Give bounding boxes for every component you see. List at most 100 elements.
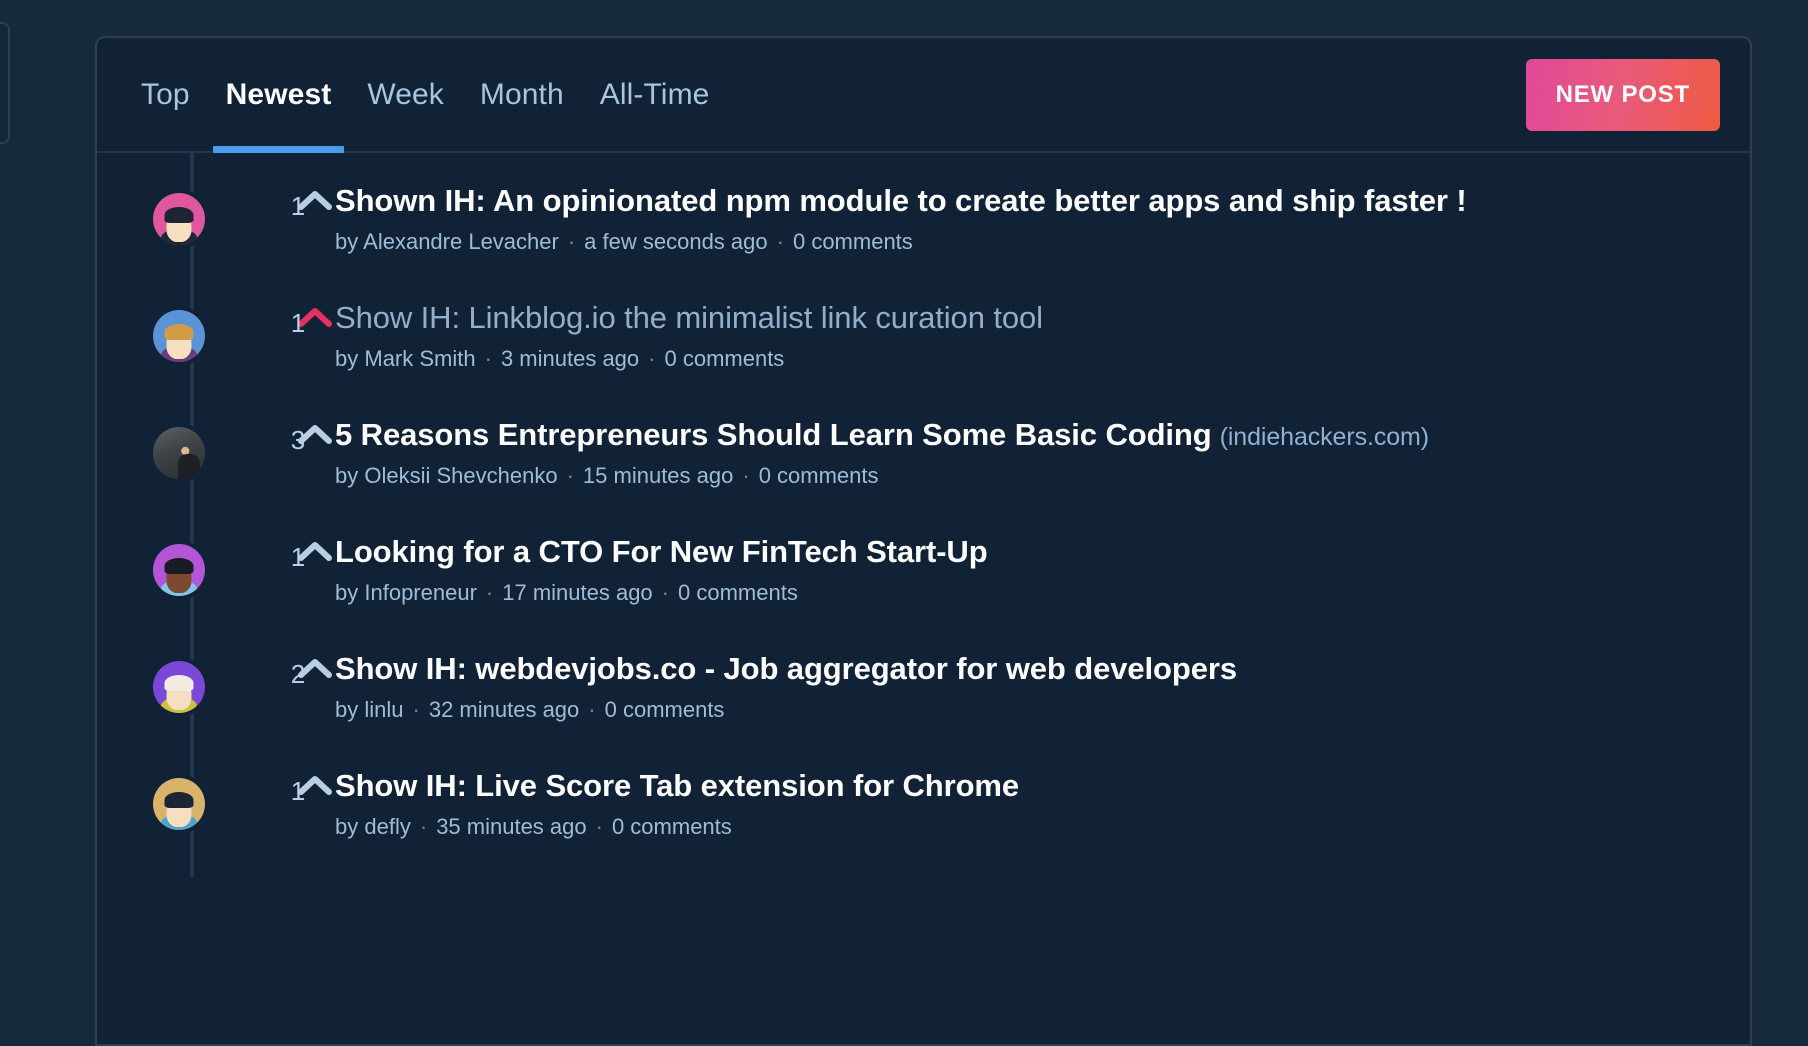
post-timestamp: 32 minutes ago — [428, 696, 580, 722]
upvote-control[interactable]: 1 — [261, 526, 335, 570]
meta-separator: · — [419, 813, 428, 839]
post-author-link[interactable]: Alexandre Levacher — [363, 229, 559, 254]
post-title-text: 5 Reasons Entrepreneurs Should Learn Som… — [335, 417, 1212, 452]
post-author-link[interactable]: Infopreneur — [364, 580, 477, 605]
avatar-container — [97, 175, 261, 245]
avatar-mark-smith[interactable] — [153, 310, 205, 362]
post-content: 5 Reasons Entrepreneurs Should Learn Som… — [335, 409, 1750, 489]
by-label: by — [335, 228, 359, 254]
meta-separator: · — [588, 696, 596, 722]
post-timestamp: a few seconds ago — [584, 228, 768, 254]
post-timestamp: 3 minutes ago — [500, 345, 640, 371]
post-meta: by Mark Smith · 3 minutes ago · 0 comments — [335, 346, 1750, 372]
meta-separator: · — [566, 462, 574, 488]
post-timestamp: 17 minutes ago — [502, 579, 653, 605]
post-meta: by Infopreneur · 17 minutes ago · 0 comments — [335, 580, 1750, 606]
meta-separator: · — [484, 345, 492, 371]
post-title-link[interactable]: Shown IH: An opinionated npm module to c… — [335, 183, 1750, 220]
upvote-control[interactable]: 1 — [261, 760, 335, 804]
tab-newest[interactable]: Newest — [208, 38, 350, 153]
post-timestamp: 15 minutes ago — [582, 462, 734, 488]
post-content: Shown IH: An opinionated npm module to c… — [335, 175, 1750, 255]
meta-separator: · — [776, 228, 784, 254]
post-content: Looking for a CTO For New FinTech Start-… — [335, 526, 1750, 606]
tab-top[interactable]: Top — [123, 38, 208, 151]
by-label: by — [335, 579, 359, 605]
post-row: 2 Show IH: webdevjobs.co - Job aggregator… — [97, 643, 1750, 760]
by-label: by — [335, 462, 359, 488]
feed-tabs: Top Newest Week Month All-Time — [123, 38, 728, 153]
meta-separator: · — [742, 462, 750, 488]
post-feed: 1 Shown IH: An opinionated npm module to … — [97, 153, 1750, 877]
tab-month[interactable]: Month — [462, 38, 582, 151]
post-meta: by defly · 35 minutes ago · 0 comments — [335, 814, 1750, 840]
post-title-text: Looking for a CTO For New FinTech Start-… — [335, 534, 988, 569]
post-author-link[interactable]: defly — [364, 814, 410, 839]
post-list: 1 Shown IH: An opinionated npm module to … — [97, 175, 1750, 877]
post-content: Show IH: Live Score Tab extension for Ch… — [335, 760, 1750, 840]
meta-separator: · — [485, 579, 494, 605]
post-title-text: Show IH: Live Score Tab extension for Ch… — [335, 768, 1020, 803]
avatar-hair-shape — [164, 323, 194, 340]
tab-week[interactable]: Week — [349, 38, 462, 151]
meta-separator: · — [595, 813, 603, 839]
post-row: 1 Shown IH: An opinionated npm module to … — [97, 175, 1750, 292]
upvote-control[interactable]: 3 — [261, 409, 335, 453]
avatar-container — [97, 292, 261, 362]
post-meta: by linlu · 32 minutes ago · 0 comments — [335, 697, 1750, 723]
avatar-container — [97, 760, 261, 830]
avatar-photo — [153, 427, 205, 479]
post-title-link[interactable]: Looking for a CTO For New FinTech Start-… — [335, 534, 1750, 571]
post-title-link[interactable]: Show IH: Linkblog.io the minimalist link… — [335, 300, 1750, 337]
feed-tab-bar: Top Newest Week Month All-Time NEW POST — [97, 38, 1750, 153]
avatar-container — [97, 409, 261, 479]
post-comments-link[interactable]: 0 comments — [793, 229, 913, 254]
by-label: by — [335, 345, 359, 371]
avatar-alexandre-levacher[interactable] — [153, 193, 205, 245]
post-author-link[interactable]: Mark Smith — [364, 346, 475, 371]
upvote-control[interactable]: 1 — [261, 292, 335, 336]
post-row: 1 Show IH: Linkblog.io the minimalist lin… — [97, 292, 1750, 409]
post-meta: by Oleksii Shevchenko · 15 minutes ago · 0 c… — [335, 463, 1750, 489]
post-row: 1 Show IH: Live Score Tab extension for C… — [97, 760, 1750, 877]
avatar-hair-shape — [164, 557, 194, 574]
post-timestamp: 35 minutes ago — [436, 813, 587, 839]
post-comments-link[interactable]: 0 comments — [678, 580, 798, 605]
post-title-link[interactable]: 5 Reasons Entrepreneurs Should Learn Som… — [335, 417, 1750, 454]
meta-separator: · — [648, 345, 656, 371]
avatar-hair-shape — [164, 791, 194, 808]
post-comments-link[interactable]: 0 comments — [605, 697, 725, 722]
by-label: by — [335, 813, 359, 839]
avatar-container — [97, 526, 261, 596]
meta-separator: · — [412, 696, 420, 722]
post-row: 35 Reasons Entrepreneurs Should Learn So… — [97, 409, 1750, 526]
avatar-oleksii-shevchenko[interactable] — [153, 427, 205, 479]
post-comments-link[interactable]: 0 comments — [759, 463, 879, 488]
forum-feed-card: Top Newest Week Month All-Time NEW POST 1 Sho… — [95, 36, 1752, 1046]
post-comments-link[interactable]: 0 comments — [612, 814, 732, 839]
new-post-button[interactable]: NEW POST — [1525, 58, 1720, 131]
post-comments-link[interactable]: 0 comments — [664, 346, 784, 371]
post-content: Show IH: webdevjobs.co - Job aggregator … — [335, 643, 1750, 723]
avatar-hair-shape — [164, 206, 194, 223]
left-edge-panel-sliver — [0, 22, 10, 144]
post-title-link[interactable]: Show IH: webdevjobs.co - Job aggregator … — [335, 651, 1750, 688]
avatar-container — [97, 643, 261, 713]
post-row: 1 Looking for a CTO For New FinTech Start… — [97, 526, 1750, 643]
avatar-defly[interactable] — [153, 778, 205, 830]
meta-separator: · — [567, 228, 576, 254]
post-source-domain: (indiehackers.com) — [1219, 423, 1429, 451]
tab-all-time[interactable]: All-Time — [582, 38, 728, 151]
avatar-hair-shape — [164, 674, 194, 691]
upvote-control[interactable]: 2 — [261, 643, 335, 687]
avatar-linlu[interactable] — [153, 661, 205, 713]
upvote-control[interactable]: 1 — [261, 175, 335, 219]
post-author-link[interactable]: linlu — [364, 697, 403, 722]
avatar-infopreneur[interactable] — [153, 544, 205, 596]
meta-separator: · — [661, 579, 669, 605]
post-author-link[interactable]: Oleksii Shevchenko — [364, 463, 557, 488]
post-meta: by Alexandre Levacher · a few seconds ago ·… — [335, 229, 1750, 255]
post-title-link[interactable]: Show IH: Live Score Tab extension for Ch… — [335, 768, 1750, 805]
post-title-text: Show IH: Linkblog.io the minimalist link… — [335, 300, 1043, 335]
post-content: Show IH: Linkblog.io the minimalist link… — [335, 292, 1750, 372]
